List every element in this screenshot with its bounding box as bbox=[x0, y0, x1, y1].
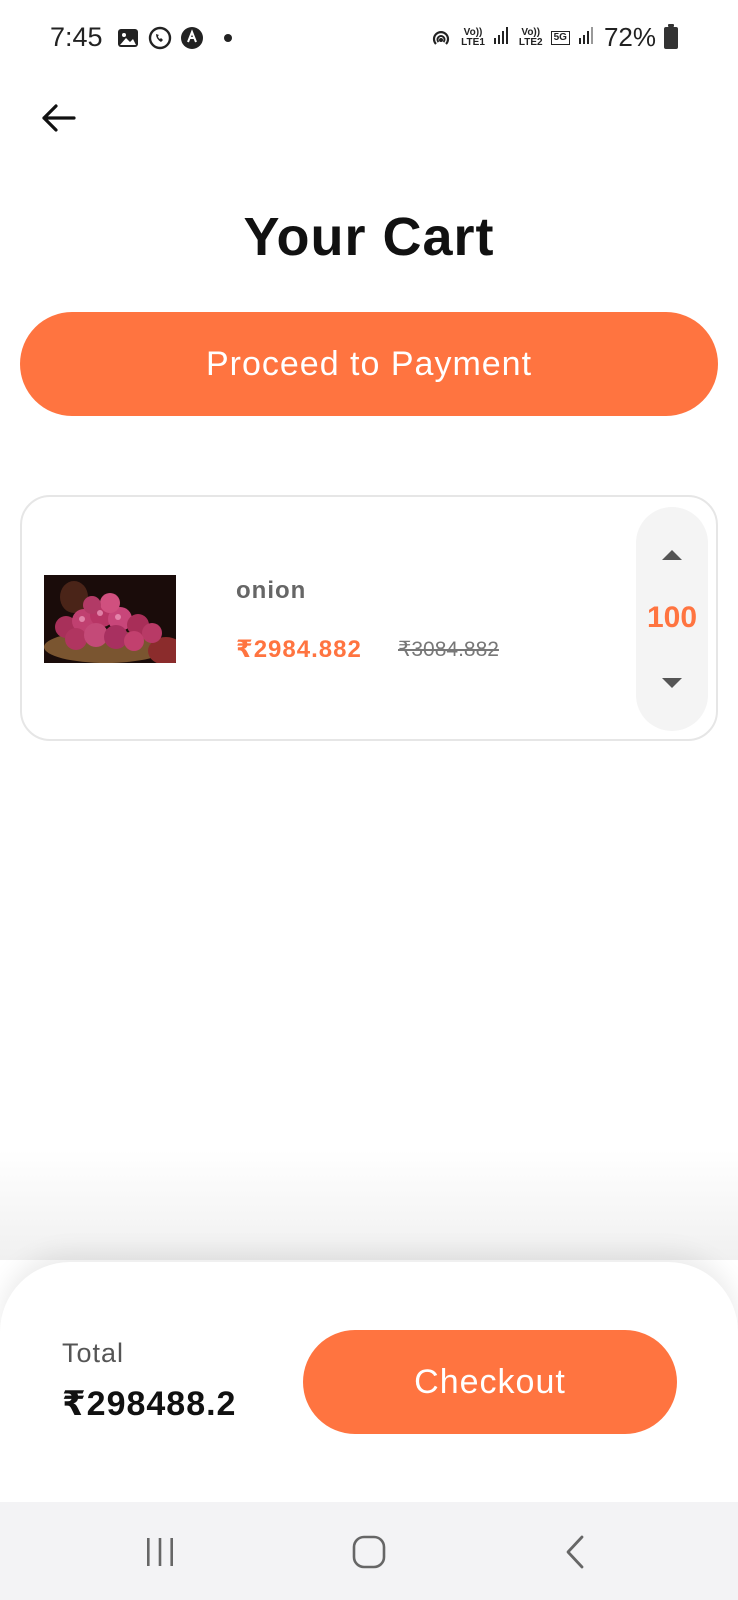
back-nav-button[interactable] bbox=[550, 1532, 600, 1572]
cart-screen: 7:45 Vo)) LTE1 Vo)) LTE2 5G 72% Your Car… bbox=[0, 0, 738, 1600]
onion-basket-image bbox=[44, 575, 176, 663]
signal-1-icon bbox=[493, 25, 511, 50]
total-label: Total bbox=[62, 1338, 125, 1368]
checkout-panel: Total ₹298488.2 Checkout bbox=[0, 1262, 738, 1502]
triangle-up-icon bbox=[662, 550, 682, 560]
notification-icons bbox=[116, 26, 232, 50]
checkout-button[interactable]: Checkout bbox=[303, 1330, 677, 1434]
whatsapp-icon bbox=[148, 26, 172, 50]
triangle-down-icon bbox=[662, 678, 682, 688]
arrow-left-icon bbox=[42, 104, 76, 132]
status-time: 7:45 bbox=[50, 22, 103, 52]
bottom-shadow bbox=[0, 1150, 738, 1260]
quantity-stepper: 100 bbox=[636, 507, 708, 731]
chat-app-icon bbox=[180, 26, 204, 50]
cart-item-card: onion ₹2984.882 ₹3084.882 100 bbox=[20, 495, 718, 741]
quantity-value: 100 bbox=[646, 601, 698, 634]
item-price: ₹2984.882 bbox=[236, 636, 362, 663]
signal-2-icon bbox=[578, 25, 596, 50]
recent-apps-icon bbox=[147, 1538, 173, 1566]
status-right: Vo)) LTE1 Vo)) LTE2 5G 72% bbox=[429, 22, 678, 53]
item-name: onion bbox=[236, 577, 307, 604]
back-nav-icon bbox=[566, 1535, 584, 1569]
status-bar: 7:45 Vo)) LTE1 Vo)) LTE2 5G 72% bbox=[0, 0, 738, 80]
quantity-decrease-button[interactable] bbox=[656, 671, 688, 695]
proceed-to-payment-button[interactable]: Proceed to Payment bbox=[20, 312, 718, 416]
page-title: Your Cart bbox=[243, 207, 495, 267]
home-button[interactable] bbox=[344, 1532, 394, 1572]
hotspot-icon bbox=[429, 26, 453, 50]
gallery-icon bbox=[116, 26, 140, 50]
recent-apps-button[interactable] bbox=[135, 1532, 185, 1572]
item-original-price: ₹3084.882 bbox=[398, 638, 499, 661]
sim2-indicator: Vo)) LTE2 bbox=[518, 26, 543, 48]
back-button[interactable] bbox=[36, 96, 80, 140]
sim1-indicator: Vo)) LTE1 bbox=[461, 26, 485, 48]
battery-percent: 72% bbox=[603, 22, 656, 52]
total-value: ₹298488.2 bbox=[62, 1385, 237, 1423]
network-type: 5G bbox=[550, 30, 570, 45]
system-nav-bar bbox=[0, 1502, 738, 1600]
home-icon bbox=[352, 1535, 386, 1569]
battery-icon bbox=[664, 23, 678, 49]
more-notifications-dot bbox=[224, 34, 232, 42]
item-image[interactable] bbox=[44, 575, 176, 663]
quantity-increase-button[interactable] bbox=[656, 543, 688, 567]
